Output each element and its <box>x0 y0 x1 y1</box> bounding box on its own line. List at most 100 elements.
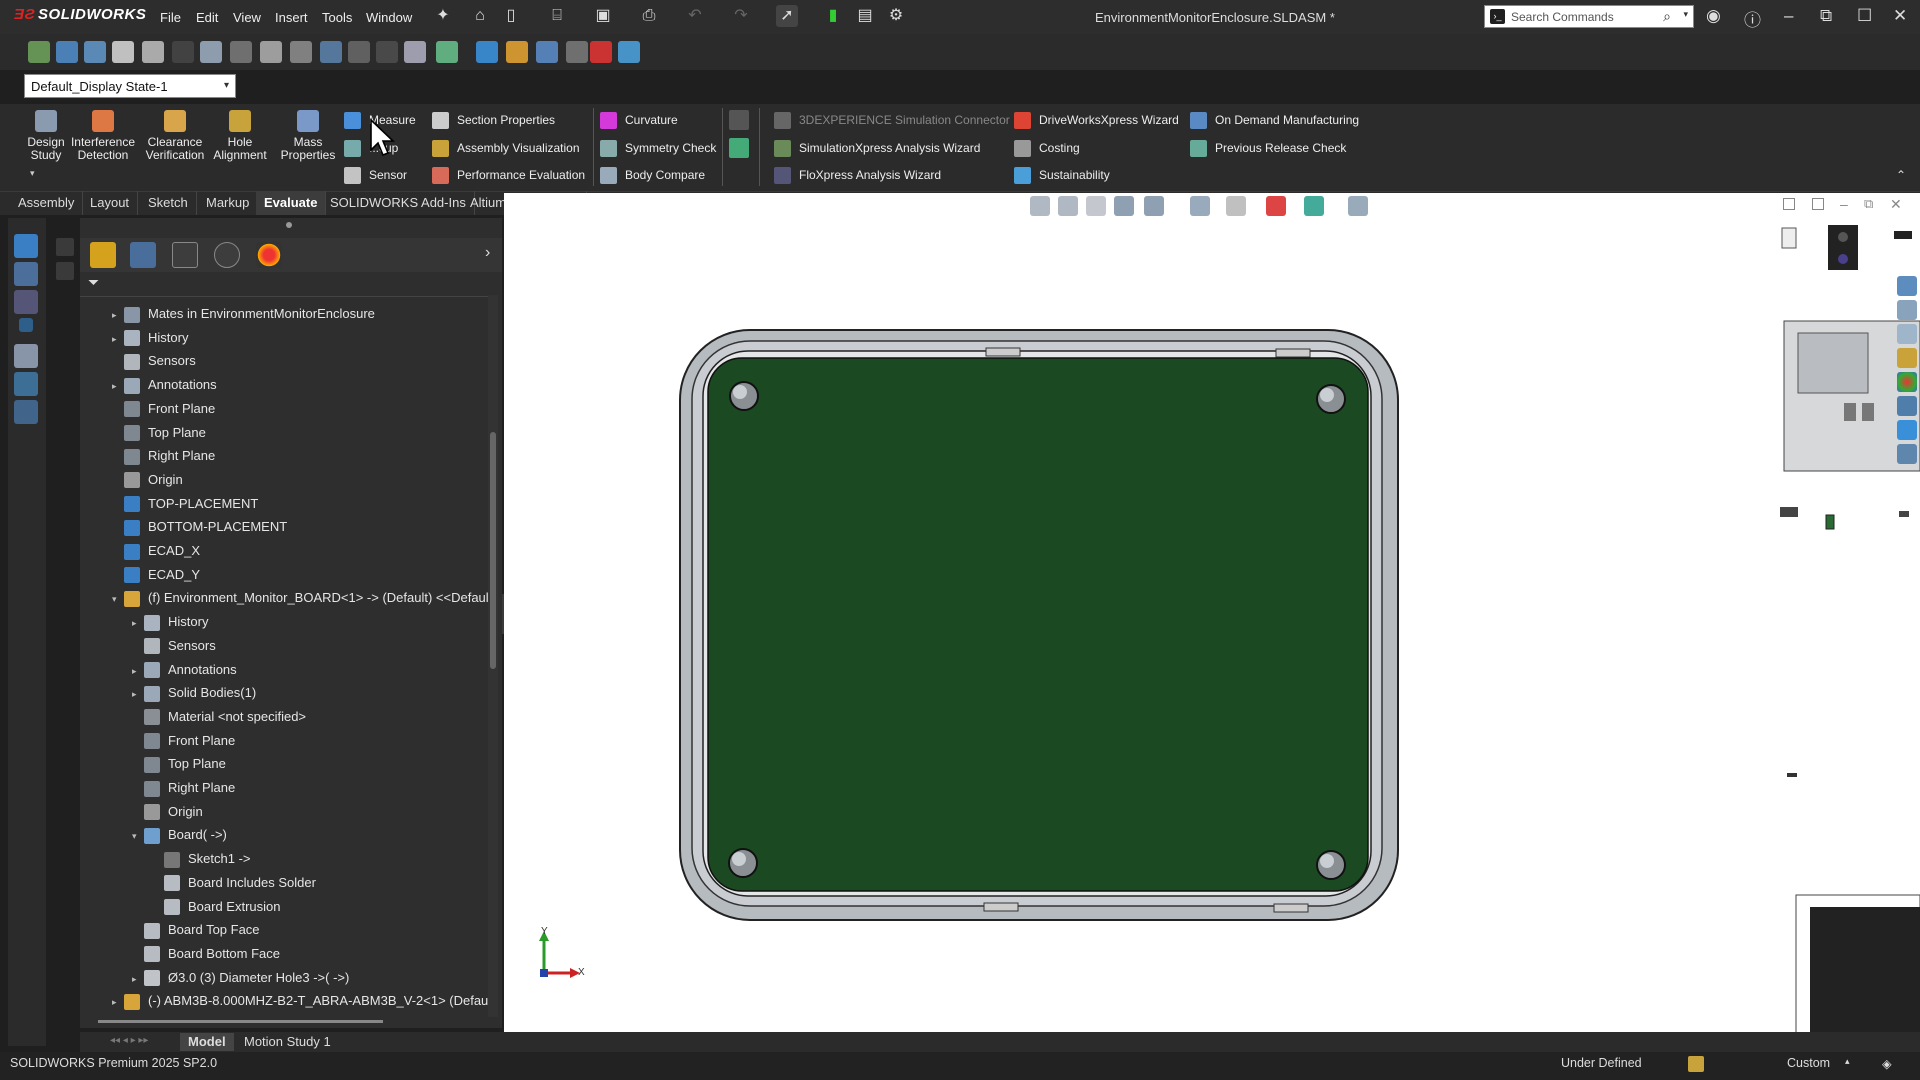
new-document-icon[interactable]: ▯ <box>500 5 522 27</box>
pin-icon[interactable]: ✦ <box>432 5 454 27</box>
ribbon-design-study-button[interactable]: Design Study <box>18 110 74 162</box>
tree-item[interactable]: ▸ Annotations <box>132 658 237 681</box>
toolbar-tool-icon[interactable] <box>172 41 194 63</box>
ribbon-floxpress-button[interactable]: FloXpress Analysis Wizard <box>774 164 941 186</box>
expand-right-icon[interactable]: ▸ <box>132 968 144 991</box>
ribbon-section-properties-button[interactable]: Section Properties <box>432 109 555 131</box>
tree-item[interactable]: Board Bottom Face <box>132 942 280 965</box>
restore-icon[interactable]: ⧉ <box>1820 6 1832 26</box>
tree-item[interactable]: ECAD_Y <box>112 563 200 586</box>
status-settings-icon[interactable]: ◈ <box>1882 1056 1892 1071</box>
tree-vertical-scrollbar[interactable] <box>488 295 498 1020</box>
ribbon-driveworks-button[interactable]: DriveWorksXpress Wizard <box>1014 109 1179 131</box>
display-manager-tab-icon[interactable] <box>256 242 282 268</box>
solidworks-forum-icon[interactable] <box>1897 420 1917 440</box>
close-icon[interactable]: ✕ <box>1893 6 1907 26</box>
ribbon-symmetry-check-button[interactable]: Symmetry Check <box>600 137 716 159</box>
ribbon-interference-detection-button[interactable]: Interference Detection <box>68 110 138 162</box>
file-properties-icon[interactable]: ▤ <box>854 5 876 27</box>
tab-assembly[interactable]: Assembly <box>10 191 84 215</box>
ribbon-sensor-button[interactable]: Sensor <box>344 164 407 186</box>
expand-right-icon[interactable]: ▸ <box>112 1015 124 1016</box>
toolbar-tool-icon[interactable] <box>28 41 50 63</box>
ribbon-clearance-verification-button[interactable]: Clearance Verification <box>140 110 210 162</box>
ribbon-sustainability-button[interactable]: Sustainability <box>1014 164 1110 186</box>
tree-item[interactable]: ▸ (-) ABM3B-8.000MHZ-B2-T_ABRA-ABM3B_V-2<… <box>112 989 488 1012</box>
magnifier-icon[interactable]: ⌕ <box>1663 8 1671 25</box>
scrollbar-thumb[interactable] <box>490 432 496 669</box>
tree-item[interactable]: Right Plane <box>112 444 215 467</box>
menu-edit[interactable]: Edit <box>196 10 218 25</box>
rebuild-icon[interactable]: ▮ <box>822 5 844 27</box>
search-dropdown-icon[interactable]: ▾ <box>1683 9 1688 20</box>
toolbar-tool-icon[interactable] <box>200 41 222 63</box>
ribbon-3dexperience-button[interactable]: 3DEXPERIENCE Simulation Connector <box>774 109 1010 131</box>
tree-item[interactable]: Sketch1 -> <box>152 847 251 870</box>
maximize-icon[interactable]: ☐ <box>1857 6 1872 26</box>
minimize-icon[interactable]: – <box>1784 6 1793 26</box>
tree-item[interactable]: BOTTOM-PLACEMENT <box>112 515 287 538</box>
tree-item[interactable]: ▸ Mates in EnvironmentMonitorEnclosure <box>112 302 375 325</box>
tree-item[interactable]: TOP-PLACEMENT <box>112 492 258 515</box>
solidworks-logo[interactable]: ƎƧ SOLIDWORKS <box>14 6 146 23</box>
expand-down-icon[interactable]: ▾ <box>132 825 144 848</box>
ribbon-hole-alignment-button[interactable]: Hole Alignment <box>212 110 268 162</box>
open-icon[interactable]: ⌸ <box>546 5 568 27</box>
tree-item[interactable]: ▾ (f) Environment_Monitor_BOARD<1> -> (De… <box>112 586 488 609</box>
expand-right-icon[interactable]: ▸ <box>132 660 144 683</box>
toolbar-tool-icon[interactable] <box>404 41 426 63</box>
ribbon-mass-properties-button[interactable]: Mass Properties <box>280 110 336 162</box>
ribbon-curvature-button[interactable]: Curvature <box>600 109 678 131</box>
units-dropdown-icon[interactable]: ▴ <box>1845 1056 1850 1067</box>
ribbon-simulationxpress-button[interactable]: SimulationXpress Analysis Wizard <box>774 137 980 159</box>
feature-manager-tab-icon[interactable] <box>90 242 116 268</box>
undo-icon[interactable]: ↶ <box>684 5 706 27</box>
ribbon-body-compare-button[interactable]: Body Compare <box>600 164 705 186</box>
tree-item[interactable]: ▸ History <box>112 326 188 349</box>
mate-tool-icon[interactable] <box>14 400 38 424</box>
tab-solidworks-add-ins[interactable]: SOLIDWORKS Add-Ins <box>322 191 475 215</box>
bottom-tab-model[interactable]: Model <box>180 1033 234 1051</box>
expand-right-icon[interactable]: ▸ <box>112 991 124 1014</box>
toolbar-tool-icon[interactable] <box>112 41 134 63</box>
tree-item[interactable]: Top Plane <box>112 421 206 444</box>
menu-insert[interactable]: Insert <box>275 10 308 25</box>
toolbar-tool-icon[interactable] <box>536 41 558 63</box>
toolbar-tool-icon[interactable] <box>590 41 612 63</box>
options-icon[interactable]: ⚙ <box>885 5 907 27</box>
tree-item[interactable]: ▸ Annotations <box>112 373 217 396</box>
panel-grip[interactable] <box>286 222 292 228</box>
part-tool-icon[interactable] <box>14 234 38 258</box>
point-tool-icon[interactable] <box>19 318 33 332</box>
ribbon-on-demand-manufacturing-button[interactable]: On Demand Manufacturing <box>1190 109 1359 131</box>
menu-file[interactable]: File <box>160 10 181 25</box>
panel-expand-icon[interactable]: › <box>485 244 490 262</box>
toolbar-tool-icon[interactable] <box>618 41 640 63</box>
tree-horizontal-scrollbar[interactable] <box>80 1017 502 1027</box>
file-explorer-icon[interactable] <box>1897 324 1917 344</box>
property-manager-tab-icon[interactable] <box>130 242 156 268</box>
tree-item[interactable]: Sensors <box>132 634 216 657</box>
toolbar-tool-icon[interactable] <box>56 41 78 63</box>
design-library-icon[interactable] <box>1897 300 1917 320</box>
tab-layout[interactable]: Layout <box>82 191 139 215</box>
menu-tools[interactable]: Tools <box>322 10 352 25</box>
toolbar-tool-icon[interactable] <box>476 41 498 63</box>
menu-window[interactable]: Window <box>366 10 412 25</box>
collapse-ribbon-icon[interactable]: ⌃ <box>1896 168 1906 182</box>
bottom-tab-motion-study-1[interactable]: Motion Study 1 <box>236 1033 339 1051</box>
toolbar-tool-icon[interactable] <box>376 41 398 63</box>
tree-item[interactable]: Front Plane <box>132 729 235 752</box>
tree-item[interactable]: Origin <box>132 800 203 823</box>
toolbar-tool-icon[interactable] <box>290 41 312 63</box>
toolbar-tool-icon[interactable] <box>320 41 342 63</box>
toolbar-tool-icon[interactable] <box>506 41 528 63</box>
ribbon-previous-release-check-button[interactable]: Previous Release Check <box>1190 137 1346 159</box>
tree-item[interactable]: Board Extrusion <box>152 895 281 918</box>
toolbar-tool-icon[interactable] <box>566 41 588 63</box>
tree-item[interactable]: Board Includes Solder <box>152 871 316 894</box>
tree-item[interactable]: Top Plane <box>132 752 226 775</box>
tab-markup[interactable]: Markup <box>198 191 259 215</box>
tab-sketch[interactable]: Sketch <box>140 191 197 215</box>
sketch-tool-icon[interactable] <box>14 262 38 286</box>
